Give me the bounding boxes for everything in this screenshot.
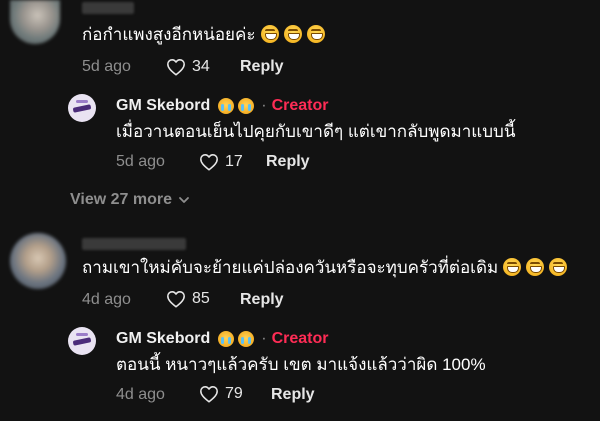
heart-outline-icon (200, 154, 218, 171)
reply-button[interactable]: Reply (271, 385, 315, 405)
crying-face-icon (238, 331, 255, 347)
separator-dot: · (261, 97, 267, 114)
comments-panel: ก่อกำแพงสูงอีกหน่อยค่ะ 5d ago 34 Reply G… (0, 0, 600, 421)
grinning-face-icon (526, 258, 545, 276)
comment-body: ถามเขาใหม่คับจะย้ายแค่ปล่องควันหรือจะทุบ… (82, 257, 568, 279)
grinning-face-icon (549, 258, 568, 276)
reply-age: 4d ago (116, 386, 165, 403)
like-count: 34 (192, 58, 210, 75)
reply-button[interactable]: Reply (240, 290, 284, 310)
creator-badge: Creator (271, 330, 329, 347)
grinning-face-icon (260, 25, 279, 43)
commenter-name-redacted (82, 238, 186, 250)
heart-outline-icon (167, 59, 185, 76)
like-button[interactable]: 85 (166, 289, 210, 309)
commenter-avatar[interactable] (10, 0, 60, 44)
heart-outline-icon (200, 386, 218, 403)
reply-author[interactable]: GM Skebord (116, 329, 210, 349)
like-count: 85 (192, 290, 210, 307)
reply-text: เมื่อวานตอนเย็นไปคุยกับเขาดีๆ แต่เขากลับ… (116, 122, 516, 141)
commenter-name-redacted (82, 2, 134, 14)
creator-badge: Creator (271, 97, 329, 114)
reply-author[interactable]: GM Skebord (116, 96, 210, 116)
comment-text: ก่อกำแพงสูงอีกหน่อยค่ะ (82, 25, 256, 44)
chevron-down-icon (179, 197, 189, 203)
view-more-replies-button[interactable]: View 27 more (70, 190, 190, 210)
grinning-face-icon (503, 258, 522, 276)
reply-author-line: GM Skebord · Creator (116, 329, 328, 349)
grinning-face-icon (306, 25, 325, 43)
like-button[interactable]: 34 (166, 57, 210, 77)
like-count: 79 (225, 385, 243, 402)
comment-age: 4d ago (82, 291, 131, 308)
heart-outline-icon (167, 291, 185, 308)
like-count: 17 (225, 153, 243, 170)
comment-text: ถามเขาใหม่คับจะย้ายแค่ปล่องควันหรือจะทุบ… (82, 258, 499, 277)
reply-author-line: GM Skebord · Creator (116, 96, 328, 116)
like-button[interactable]: 79 (199, 384, 243, 404)
crying-face-icon (218, 98, 235, 114)
comment-age: 5d ago (82, 58, 131, 75)
separator-dot: · (261, 330, 267, 347)
crying-face-icon (238, 98, 255, 114)
crying-face-icon (218, 331, 235, 347)
like-button[interactable]: 17 (199, 152, 243, 172)
creator-avatar[interactable] (68, 94, 96, 122)
commenter-avatar[interactable] (10, 233, 66, 289)
comment-body: ก่อกำแพงสูงอีกหน่อยค่ะ (82, 24, 325, 46)
reply-button[interactable]: Reply (240, 57, 284, 77)
creator-avatar[interactable] (68, 327, 96, 355)
reply-button[interactable]: Reply (266, 152, 310, 172)
grinning-face-icon (283, 25, 302, 43)
reply-age: 5d ago (116, 153, 165, 170)
view-more-label: View 27 more (70, 191, 172, 208)
reply-text: ตอนนี้ หนาวๆแล้วครับ เขต มาแจ้งแล้วว่าผิ… (116, 355, 486, 374)
